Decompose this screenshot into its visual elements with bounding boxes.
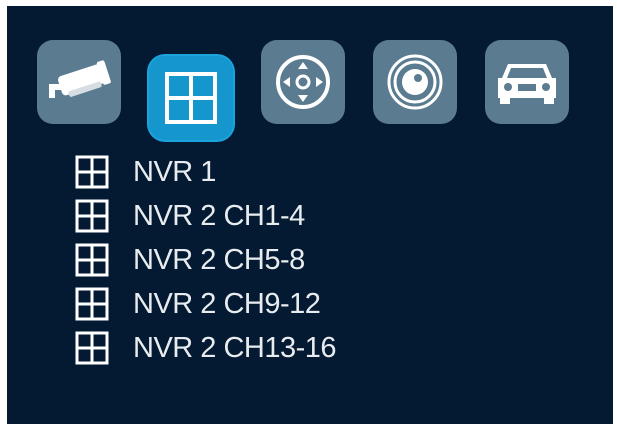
- camera-icon: [45, 54, 113, 110]
- toolbar: [7, 6, 613, 146]
- nvr-tree-list: NVR 1 NVR 2 CH1-4 NVR 2 CH5-8 NVR 2 CH9-…: [75, 150, 337, 370]
- grid-icon: [75, 287, 109, 321]
- tree-item-nvr2-ch1-4[interactable]: NVR 2 CH1-4: [75, 194, 336, 238]
- ptz-tool-button[interactable]: [261, 40, 345, 124]
- tree-item-label: NVR 1: [133, 156, 216, 188]
- record-icon: [385, 52, 445, 112]
- grid-icon: [75, 331, 109, 365]
- tree-item-label: NVR 2 CH5-8: [133, 244, 305, 276]
- tree-item-label: NVR 2 CH13-16: [133, 332, 337, 364]
- grid-icon: [75, 155, 109, 189]
- grid-icon: [75, 199, 109, 233]
- vehicle-icon: [494, 56, 560, 108]
- tree-item-label: NVR 2 CH1-4: [133, 200, 305, 232]
- tree-item-label: NVR 2 CH9-12: [133, 288, 321, 320]
- tree-item-nvr2-ch5-8[interactable]: NVR 2 CH5-8: [75, 238, 336, 282]
- vehicle-tool-button[interactable]: [485, 40, 569, 124]
- tree-item-nvr1[interactable]: NVR 1: [75, 150, 336, 194]
- layout-grid-icon: [164, 71, 218, 125]
- device-panel: NVR 1 NVR 2 CH1-4 NVR 2 CH5-8 NVR 2 CH9-…: [7, 6, 613, 424]
- ptz-control-icon: [273, 52, 333, 112]
- record-tool-button[interactable]: [373, 40, 457, 124]
- grid-icon: [75, 243, 109, 277]
- tree-item-nvr2-ch13-16[interactable]: NVR 2 CH13-16: [75, 326, 337, 370]
- camera-tool-button[interactable]: [37, 40, 121, 124]
- tree-item-nvr2-ch9-12[interactable]: NVR 2 CH9-12: [75, 282, 336, 326]
- layout-tool-button[interactable]: [149, 56, 233, 140]
